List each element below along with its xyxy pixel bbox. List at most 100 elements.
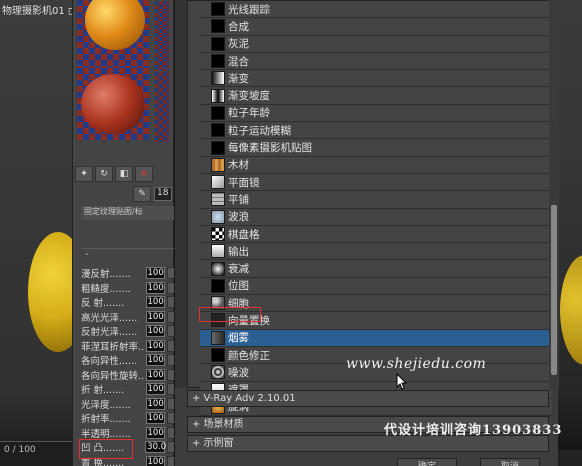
raytrace-icon [211,2,225,17]
prop-value[interactable]: 100 [145,383,166,396]
prop-label: 粗糙度....... [81,283,131,295]
particle-mblur-icon [211,123,225,138]
material-id-field[interactable]: 18 [154,187,172,201]
map-item-label: 混合 [228,55,249,68]
prop-value[interactable]: 100 [145,325,166,338]
map-item[interactable]: 光线跟踪 [200,1,552,19]
prop-value[interactable]: 100 [145,412,166,425]
map-item[interactable]: 灰泥 [200,35,552,53]
rollout-header[interactable]: 固定纹理贴图/标 [81,206,175,220]
map-item[interactable]: 烟雾 [200,329,552,347]
prop-row: 漫反射....... 100 [81,266,175,281]
waves-icon [211,209,225,224]
map-item[interactable]: 衰减 [200,260,552,278]
map-item-label: 衰减 [228,263,249,276]
map-item[interactable]: 棋盘格 [200,225,552,244]
map-item-label: 棋盘格 [228,228,260,241]
prop-value[interactable]: 100 [145,267,166,280]
map-item[interactable]: 渐变 [200,70,552,88]
material-toolbar-2: ✎ 18 [133,186,172,202]
map-item[interactable]: 输出 [200,243,552,261]
map-item[interactable]: 木材 [200,156,552,174]
get-material-icon[interactable]: ✦ [75,166,93,182]
map-item[interactable]: 粒子运动模糊 [200,122,552,140]
prop-value[interactable]: 100 [145,339,166,352]
falloff-icon [211,261,225,276]
map-property-list: 漫反射....... 100 粗糙度....... 100 反 射....... 10… [81,266,175,466]
smoke-highlight-box [199,307,261,322]
watermark-site: www.shejiedu.com [346,356,487,372]
watermark-ad: 代设计培训咨询13903833 [384,423,563,438]
color-correction-icon [211,348,225,363]
prop-row: 光泽度....... 100 [81,397,175,412]
map-item-label: 噪波 [228,366,249,379]
map-item[interactable]: 波浪 [200,208,552,226]
material-slot-1[interactable] [77,0,149,68]
eyedropper-icon[interactable]: ✎ [133,186,151,202]
section-vray[interactable]: + V-Ray Adv 2.10.01 [187,390,549,407]
material-slot-2[interactable] [77,68,149,140]
map-item-label: 波浪 [228,211,249,224]
prop-value[interactable]: 30.0 [145,441,166,454]
browser-scrollbar[interactable] [549,0,559,390]
prop-label: 高光光泽...... [81,312,138,324]
prop-label: 各向异性...... [81,356,138,368]
put-to-scene-icon[interactable]: ↻ [95,166,113,182]
map-item-label: 合成 [228,20,249,33]
gradient-icon [211,71,225,86]
gradient-ramp-icon [211,88,225,103]
wood-icon [211,157,225,172]
prop-value[interactable]: 100 [145,296,166,309]
prop-value[interactable]: 100 [145,281,166,294]
prop-label: 各向异性旋转.. [81,370,145,382]
stucco-icon [211,36,225,51]
map-item-label: 位图 [228,280,249,293]
prop-row: 粗糙度....... 100 [81,281,175,296]
prop-label: 漫反射....... [81,269,131,281]
map-item[interactable]: 平面镜 [200,173,552,192]
slot-side-strip [153,0,171,150]
map-item[interactable]: 渐变坡度 [200,87,552,105]
map-item[interactable]: 平铺 [200,191,552,209]
viewport-title[interactable]: 物理摄影机01 ◻ [2,2,76,17]
prop-label: 反射光泽...... [81,327,138,339]
prop-label: 半透明....... [81,428,131,440]
material-toolbar: ✦ ↻ ◧ ✕ [75,165,171,183]
cancel-button[interactable]: 取消 [480,458,540,466]
map-item-label: 每像素摄影机贴图 [228,142,312,155]
prop-row: 折射率....... 100 [81,411,175,426]
mouse-cursor-icon [396,373,408,390]
sample-sphere-orange [85,0,145,50]
browser-left-gutter [175,0,187,388]
prop-value[interactable]: 100 [145,455,166,466]
per-pixel-camera-icon [211,140,225,155]
composite-icon [211,19,225,34]
map-item-label: 渐变 [228,72,249,85]
reset-map-icon[interactable]: ✕ [135,166,153,182]
map-item[interactable]: 粒子年龄 [200,104,552,123]
ok-button[interactable]: 确定 [397,458,457,466]
prop-row: 各向异性旋转.. 100 [81,368,175,383]
prop-value[interactable]: 100 [145,426,166,439]
prop-value[interactable]: 100 [145,310,166,323]
slot-side-thumb[interactable] [155,72,169,142]
scrollbar-thumb[interactable] [551,205,557,375]
mix-icon [211,54,225,69]
slot-side-thumb[interactable] [155,1,169,71]
prop-value[interactable]: 100 [145,354,166,367]
map-item-label: 烟雾 [228,332,249,345]
prop-value[interactable]: 100 [145,397,166,410]
assign-material-icon[interactable]: ◧ [115,166,133,182]
prop-row: 半透明....... 100 [81,426,175,441]
map-item[interactable]: 每像素摄影机贴图 [200,139,552,157]
map-item[interactable]: 合成 [200,18,552,36]
maps-list: 光线跟踪 合成灰泥混合渐变渐变坡度 粒子年龄 粒子运动模糊每像素摄影机贴图 木材 平面镜平… [200,1,552,417]
map-item[interactable]: 位图 [200,277,552,296]
map-item[interactable]: 混合 [200,52,552,71]
checker-icon [211,227,225,241]
prop-value[interactable]: 100 [145,368,166,381]
particle-age-icon [211,105,225,120]
map-item-label: 渐变坡度 [228,90,270,103]
rollout-collapse[interactable]: - [81,248,175,260]
map-item-label: 粒子运动模糊 [228,124,291,137]
